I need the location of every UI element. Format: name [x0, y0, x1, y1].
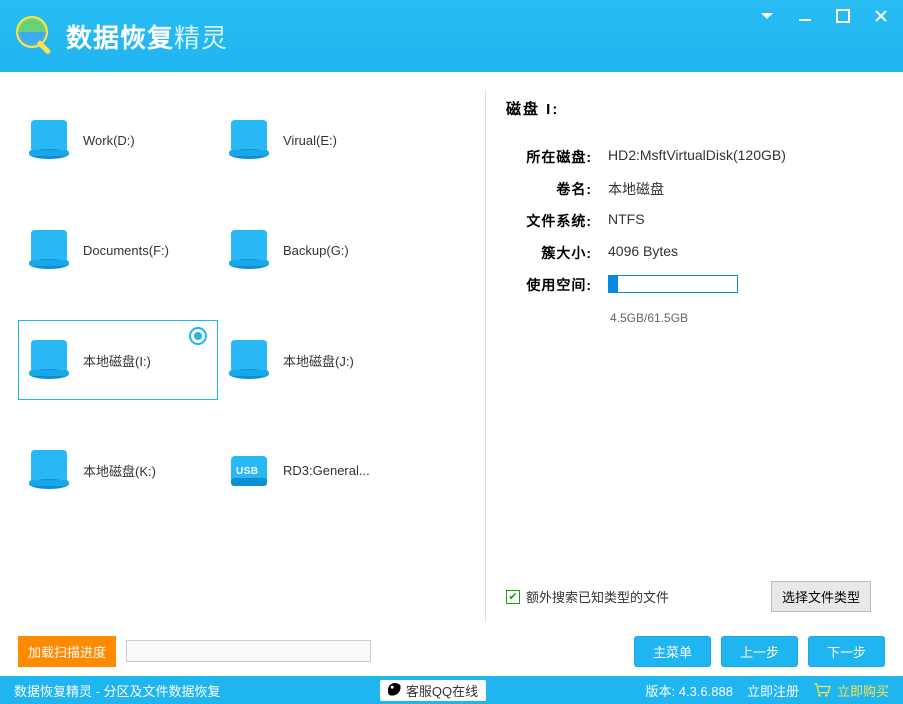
buy-label: 立即购买 — [837, 681, 889, 700]
status-mode: 数据恢复精灵 - 分区及文件数据恢复 — [14, 681, 221, 700]
logo-icon — [14, 14, 58, 58]
label-volume: 卷名: — [506, 179, 596, 199]
app-logo: 数据恢复精灵 — [14, 14, 228, 58]
disk-item-3[interactable]: Backup(G:) — [218, 210, 418, 290]
version-label: 版本: 4.3.6.888 — [646, 681, 733, 700]
hard-drive-icon — [227, 120, 271, 160]
extra-search-option[interactable]: ✔ 额外搜索已知类型的文件 — [506, 587, 669, 606]
label-fs: 文件系统: — [506, 211, 596, 231]
progress-bar — [126, 640, 371, 662]
disk-label: 本地磁盘(K:) — [83, 461, 156, 480]
hard-drive-icon — [27, 340, 71, 380]
disk-item-5[interactable]: 本地磁盘(J:) — [218, 320, 418, 400]
minimize-button[interactable] — [797, 8, 813, 24]
load-progress-button[interactable]: 加载扫描进度 — [18, 636, 116, 667]
title-main: 数据恢复 — [66, 23, 174, 53]
hard-drive-icon — [227, 340, 271, 380]
disk-item-0[interactable]: Work(D:) — [18, 100, 218, 180]
menu-dropdown-icon[interactable] — [759, 8, 775, 24]
checkbox-checked-icon[interactable]: ✔ — [506, 590, 520, 604]
statusbar: 数据恢复精灵 - 分区及文件数据恢复 客服QQ在线 版本: 4.3.6.888 … — [0, 676, 903, 704]
disk-label: 本地磁盘(J:) — [283, 351, 354, 370]
disk-details-pane: 磁盘 I: 所在磁盘:HD2:MsftVirtualDisk(120GB) 卷名… — [485, 90, 885, 622]
disk-label: Documents(F:) — [83, 243, 169, 258]
close-button[interactable] — [873, 8, 889, 24]
disk-item-7[interactable]: USB RD3:General... — [218, 430, 418, 510]
val-volume: 本地磁盘 — [596, 179, 664, 199]
disk-item-1[interactable]: Virual(E:) — [218, 100, 418, 180]
label-usage: 使用空间: — [506, 275, 596, 295]
cart-icon — [813, 683, 831, 697]
usb-drive-icon: USB — [227, 450, 271, 490]
title-accent: 精灵 — [174, 23, 228, 53]
disk-item-6[interactable]: 本地磁盘(K:) — [18, 430, 218, 510]
extra-search-label: 额外搜索已知类型的文件 — [526, 587, 669, 606]
detail-title: 磁盘 I: — [506, 98, 871, 119]
main-menu-button[interactable]: 主菜单 — [634, 636, 711, 667]
maximize-button[interactable] — [835, 8, 851, 24]
val-cluster: 4096 Bytes — [596, 243, 678, 259]
disk-label: RD3:General... — [283, 463, 370, 478]
select-file-types-button[interactable]: 选择文件类型 — [771, 581, 871, 612]
window-controls — [759, 8, 889, 24]
qq-support-button[interactable]: 客服QQ在线 — [380, 680, 486, 701]
action-row: 加载扫描进度 主菜单 上一步 下一步 — [0, 632, 903, 676]
hard-drive-icon — [27, 450, 71, 490]
usage-bar — [608, 275, 738, 293]
disk-label: 本地磁盘(I:) — [83, 351, 151, 370]
disk-label: Backup(G:) — [283, 243, 349, 258]
prev-button[interactable]: 上一步 — [721, 636, 798, 667]
disk-item-2[interactable]: Documents(F:) — [18, 210, 218, 290]
label-location: 所在磁盘: — [506, 147, 596, 167]
val-fs: NTFS — [596, 211, 645, 227]
disk-item-4[interactable]: 本地磁盘(I:) — [18, 320, 218, 400]
register-link[interactable]: 立即注册 — [747, 681, 799, 700]
app-title: 数据恢复精灵 — [66, 18, 228, 55]
label-cluster: 簇大小: — [506, 243, 596, 263]
hard-drive-icon — [27, 230, 71, 270]
hard-drive-icon — [27, 120, 71, 160]
hard-drive-icon — [227, 230, 271, 270]
buy-button[interactable]: 立即购买 — [813, 681, 889, 700]
disk-label: Work(D:) — [83, 133, 135, 148]
qq-penguin-icon — [388, 683, 402, 697]
disk-label: Virual(E:) — [283, 133, 337, 148]
qq-label: 客服QQ在线 — [406, 681, 478, 700]
next-button[interactable]: 下一步 — [808, 636, 885, 667]
val-location: HD2:MsftVirtualDisk(120GB) — [596, 147, 786, 163]
usage-text: 4.5GB/61.5GB — [610, 311, 871, 325]
disk-list-pane: Work(D:) Virual(E:) Documents(F:) Backup(G:… — [18, 90, 479, 622]
titlebar: 数据恢复精灵 — [0, 0, 903, 72]
main-area: Work(D:) Virual(E:) Documents(F:) Backup(G:… — [0, 72, 903, 632]
